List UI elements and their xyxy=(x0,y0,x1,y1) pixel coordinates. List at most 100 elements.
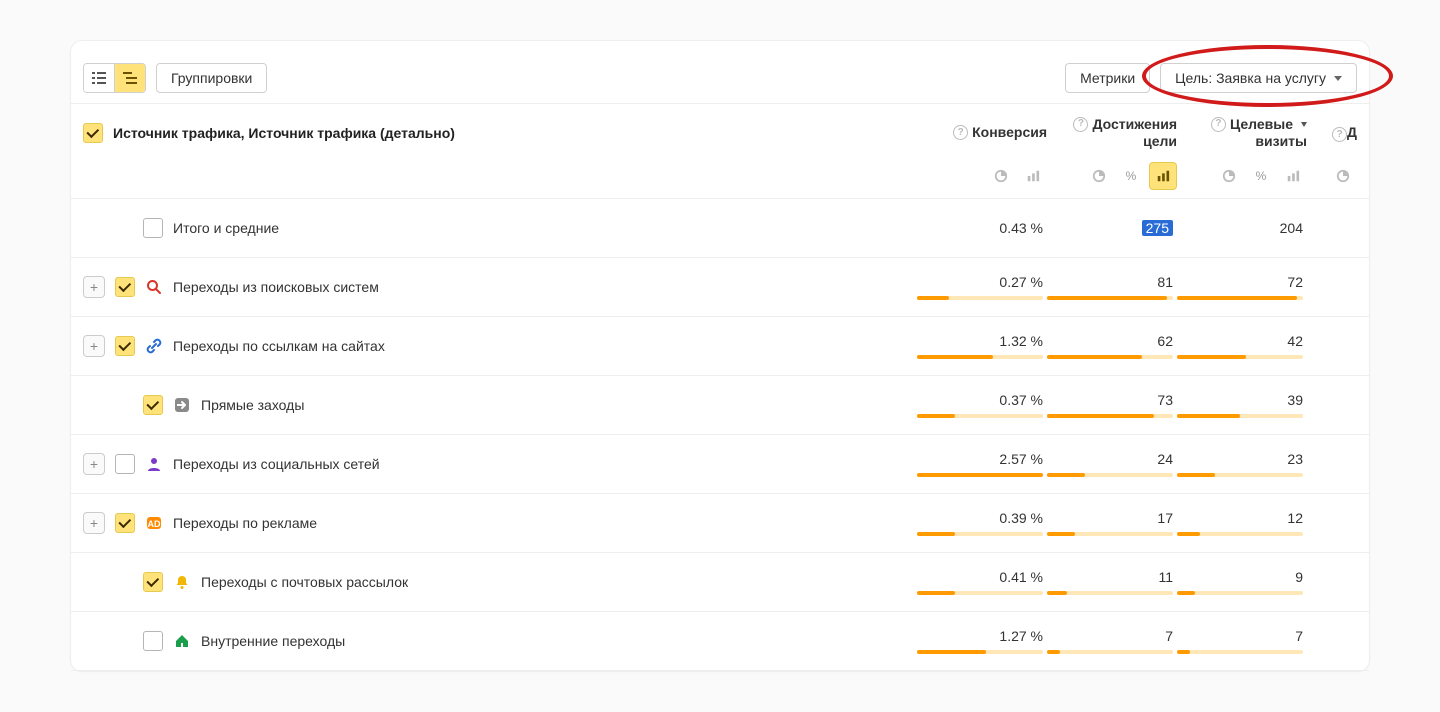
metric-cell-conv: 0.37 % xyxy=(917,392,1047,418)
metric-cell-conv: 2.57 % xyxy=(917,451,1047,477)
row-label[interactable]: Внутренние переходы xyxy=(201,633,345,649)
row-checkbox[interactable] xyxy=(115,513,135,533)
row-label[interactable]: Переходы с почтовых рассылок xyxy=(201,574,408,590)
help-icon: ? xyxy=(1211,117,1226,132)
metric-view-controls: % % xyxy=(71,152,1369,199)
pie-icon[interactable] xyxy=(1329,162,1357,190)
metric-cell-visits: 7 xyxy=(1177,628,1307,654)
dimension-cell: + Переходы из поисковых систем xyxy=(83,276,917,298)
metric-cell-goals: 73 xyxy=(1047,392,1177,418)
expand-button[interactable]: + xyxy=(83,276,105,298)
bars-icon[interactable] xyxy=(1279,162,1307,190)
metric-cell-goals: 275 xyxy=(1047,220,1177,236)
row-label[interactable]: Переходы по рекламе xyxy=(173,515,317,531)
metric-cell-goals: 7 xyxy=(1047,628,1177,654)
column-visits[interactable]: ?Целевые визиты xyxy=(1177,116,1307,150)
house-icon xyxy=(173,632,191,650)
select-all-checkbox[interactable] xyxy=(83,123,103,143)
conversion-view-controls xyxy=(917,162,1047,190)
metric-cell-goals: 11 xyxy=(1047,569,1177,595)
metric-cell-conv: 1.32 % xyxy=(917,333,1047,359)
expand-button[interactable]: + xyxy=(83,512,105,534)
table-row: Переходы с почтовых рассылок 0.41 %119 xyxy=(71,553,1369,612)
row-label[interactable]: Переходы по ссылкам на сайтах xyxy=(173,338,385,354)
table-row: +Переходы из поисковых систем0.27 %8172 xyxy=(71,258,1369,317)
metric-value: 12 xyxy=(1287,510,1303,526)
groupings-button[interactable]: Группировки xyxy=(156,63,267,93)
row-checkbox[interactable] xyxy=(115,336,135,356)
row-label[interactable]: Переходы из социальных сетей xyxy=(173,456,380,472)
expand-button[interactable]: + xyxy=(83,453,105,475)
dimension-header-label: Источник трафика, Источник трафика (дета… xyxy=(113,125,455,141)
metric-cell-visits: 12 xyxy=(1177,510,1307,536)
metric-value: 7 xyxy=(1165,628,1173,644)
bars-icon[interactable] xyxy=(1019,162,1047,190)
row-checkbox[interactable] xyxy=(143,572,163,592)
bell-icon xyxy=(173,573,191,591)
goal-selector-marker: Цель: Заявка на услугу xyxy=(1160,63,1357,93)
column-goals[interactable]: ?Достижения цели xyxy=(1047,116,1177,150)
expand-button[interactable]: + xyxy=(83,335,105,357)
goal-selector-button[interactable]: Цель: Заявка на услугу xyxy=(1160,63,1357,93)
pie-icon[interactable] xyxy=(1215,162,1243,190)
row-label[interactable]: Итого и средние xyxy=(173,220,279,236)
help-icon: ? xyxy=(1332,127,1347,142)
table-row: +ADПереходы по рекламе0.39 %1712 xyxy=(71,494,1369,553)
report-card: Группировки Метрики Цель: Заявка на услу… xyxy=(70,40,1370,672)
pie-icon[interactable] xyxy=(987,162,1015,190)
percent-icon[interactable]: % xyxy=(1247,162,1275,190)
row-checkbox[interactable] xyxy=(115,277,135,297)
metric-cell-conv: 0.41 % xyxy=(917,569,1047,595)
visits-view-controls: % xyxy=(1177,162,1307,190)
overflow-column-hint: ?Д xyxy=(1307,124,1357,143)
search-icon xyxy=(145,278,163,296)
metric-value: 72 xyxy=(1287,274,1303,290)
social-icon xyxy=(145,455,163,473)
view-tree-button[interactable] xyxy=(115,64,145,92)
metric-value: 0.43 % xyxy=(999,220,1043,236)
dimension-header: Источник трафика, Источник трафика (дета… xyxy=(83,123,917,143)
row-checkbox[interactable] xyxy=(143,631,163,651)
metric-cell-visits: 39 xyxy=(1177,392,1307,418)
metric-value: 73 xyxy=(1157,392,1173,408)
row-label[interactable]: Прямые заходы xyxy=(201,397,304,413)
help-icon: ? xyxy=(1073,117,1088,132)
dimension-cell: + AD Переходы по рекламе xyxy=(83,512,917,534)
metric-cell-conv: 0.43 % xyxy=(917,220,1047,236)
row-checkbox[interactable] xyxy=(143,218,163,238)
goals-view-controls: % xyxy=(1047,162,1177,190)
link-icon xyxy=(145,337,163,355)
metric-value: 1.32 % xyxy=(999,333,1043,349)
metric-cell-conv: 0.39 % xyxy=(917,510,1047,536)
row-checkbox[interactable] xyxy=(115,454,135,474)
svg-text:AD: AD xyxy=(148,519,161,529)
row-checkbox[interactable] xyxy=(143,395,163,415)
column-conversion[interactable]: ?Конверсия xyxy=(917,124,1047,141)
table-row: Итого и средние 0.43 % 275204 xyxy=(71,199,1369,258)
metric-cell-visits: 42 xyxy=(1177,333,1307,359)
goal-selector-label: Цель: Заявка на услугу xyxy=(1175,70,1326,86)
table-row: + Переходы по ссылкам на сайтах 1.32 %62 42 xyxy=(71,317,1369,376)
metric-cell-goals: 24 xyxy=(1047,451,1177,477)
metric-value: 24 xyxy=(1157,451,1173,467)
metric-value: 275 xyxy=(1142,220,1173,236)
metrics-button[interactable]: Метрики xyxy=(1065,63,1150,93)
metric-cell-goals: 62 xyxy=(1047,333,1177,359)
row-label[interactable]: Переходы из поисковых систем xyxy=(173,279,379,295)
metric-value: 42 xyxy=(1287,333,1303,349)
percent-icon[interactable]: % xyxy=(1117,162,1145,190)
pie-icon[interactable] xyxy=(1085,162,1113,190)
overflow-view-controls xyxy=(1307,162,1357,190)
metric-cell-visits: 9 xyxy=(1177,569,1307,595)
bars-icon[interactable] xyxy=(1149,162,1177,190)
dimension-cell: Переходы с почтовых рассылок xyxy=(83,572,917,592)
view-list-button[interactable] xyxy=(84,64,115,92)
help-icon: ? xyxy=(953,125,968,140)
metric-value: 0.39 % xyxy=(999,510,1043,526)
arrow-in-icon xyxy=(173,396,191,414)
metric-value: 0.27 % xyxy=(999,274,1043,290)
table-header: Источник трафика, Источник трафика (дета… xyxy=(71,103,1369,152)
metric-cell-visits: 204 xyxy=(1177,220,1307,236)
dimension-cell: + Переходы из социальных сетей xyxy=(83,453,917,475)
view-mode-toggle xyxy=(83,63,146,93)
